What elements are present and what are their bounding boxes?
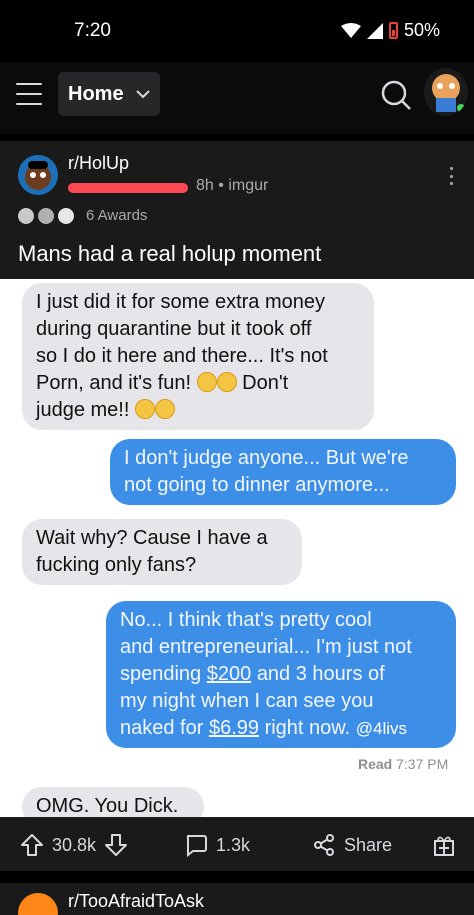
menu-icon[interactable]	[16, 83, 42, 105]
message-bubble: OMG. You Dick.	[22, 787, 204, 817]
message-line: fucking only fans?	[36, 554, 197, 576]
vote-group: 30.8k	[20, 818, 128, 872]
subreddit-avatar[interactable]	[18, 155, 58, 195]
laughing-emoji-icon	[154, 399, 175, 419]
upvote-icon[interactable]	[20, 833, 44, 857]
message-line: I just did it for some extra money	[36, 291, 326, 313]
award-icon	[18, 207, 34, 224]
search-icon[interactable]	[380, 79, 412, 111]
status-icons: 50%	[340, 20, 440, 41]
subreddit-avatar[interactable]	[18, 893, 58, 915]
more-options-icon[interactable]	[450, 167, 456, 185]
gift-icon	[434, 836, 454, 856]
award-icon	[58, 207, 74, 224]
message-bubble: Wait why? Cause I have a fucking only fa…	[22, 519, 302, 585]
message-line: so I do it here and there... It's not	[36, 345, 328, 367]
feed-selector-label: Home	[68, 82, 124, 105]
feed-divider	[0, 871, 474, 883]
message-bubble: No... I think that's pretty cool and ent…	[106, 601, 456, 748]
silly-emoji-icon	[134, 399, 155, 419]
feed-selector-button[interactable]: Home	[58, 72, 160, 116]
share-icon	[314, 834, 334, 856]
user-avatar[interactable]	[424, 68, 468, 116]
message-text: and 3 hours of	[256, 663, 385, 685]
message-line: during quarantine but it took off	[36, 318, 312, 340]
message-line: spending $200 and 3 hours of	[120, 661, 442, 688]
message-text: naked for	[120, 717, 204, 739]
message-line: No... I think that's pretty cool	[120, 609, 372, 631]
subreddit-name[interactable]: r/HolUp	[68, 153, 129, 174]
price-text: $6.99	[208, 717, 260, 739]
read-label: Read	[358, 756, 393, 772]
message-line: Porn, and it's fun! Don't	[36, 370, 360, 397]
message-line: not going to dinner anymore...	[124, 474, 390, 496]
price-text: $200	[206, 663, 252, 685]
next-post-card[interactable]: r/TooAfraidToAsk	[0, 883, 474, 915]
award-button[interactable]	[432, 818, 456, 872]
comment-count: 1.3k	[216, 834, 251, 855]
message-bubble: I just did it for some extra money durin…	[22, 283, 374, 430]
signal-icon	[366, 22, 383, 39]
post-action-bar: 30.8k 1.3k Share	[0, 817, 474, 871]
share-button[interactable]: Share	[312, 818, 392, 872]
message-line: my night when I can see you	[120, 690, 374, 712]
battery-percent: 50%	[403, 20, 440, 40]
award-icon	[38, 207, 54, 224]
subreddit-name[interactable]: r/TooAfraidToAsk	[68, 891, 204, 912]
meta-separator: •	[218, 177, 224, 194]
message-text: Porn, and it's fun!	[36, 372, 192, 394]
message-bubble: I don't judge anyone... But we're not go…	[110, 439, 456, 505]
read-time: 7:37 PM	[396, 756, 449, 772]
vote-count: 30.8k	[52, 834, 97, 855]
watermark-text: @4livs	[355, 719, 408, 738]
redacted-username	[68, 183, 188, 193]
message-line: OMG. You Dick.	[36, 795, 179, 817]
post-image[interactable]: I just did it for some extra money durin…	[0, 279, 474, 817]
status-bar: 7:20 50%	[0, 0, 474, 62]
comment-icon	[186, 835, 207, 857]
message-text: Don't	[242, 372, 289, 394]
message-line: I don't judge anyone... But we're	[124, 447, 409, 469]
comments-button[interactable]: 1.3k	[184, 818, 250, 872]
message-line: and entrepreneurial... I'm just not	[120, 636, 412, 658]
battery-icon	[388, 22, 398, 39]
message-text: right now.	[264, 717, 351, 739]
laughing-emoji-icon	[196, 372, 217, 392]
share-label: Share	[344, 834, 393, 855]
post-title[interactable]: Mans had a real holup moment	[18, 241, 321, 267]
awards-row[interactable]: 6 Awards	[18, 207, 147, 224]
post-source: imgur	[228, 177, 269, 194]
laughing-emoji-icon	[216, 372, 237, 392]
post-age: 8h	[196, 177, 214, 194]
message-text: spending	[120, 663, 202, 685]
message-line: naked for $6.99 right now. @4livs	[120, 715, 442, 742]
message-line: Wait why? Cause I have a	[36, 527, 268, 549]
status-time: 7:20	[74, 20, 111, 41]
awards-count: 6 Awards	[86, 207, 148, 224]
downvote-icon[interactable]	[104, 833, 128, 857]
app-top-bar: Home	[0, 62, 474, 191]
message-text: judge me!!	[36, 399, 130, 421]
read-receipt: Read 7:37 PM	[358, 756, 448, 772]
wifi-icon	[340, 22, 361, 38]
chevron-down-icon	[135, 90, 150, 99]
message-line: judge me!!	[36, 397, 360, 424]
post-meta: 8h • imgur	[196, 177, 268, 195]
